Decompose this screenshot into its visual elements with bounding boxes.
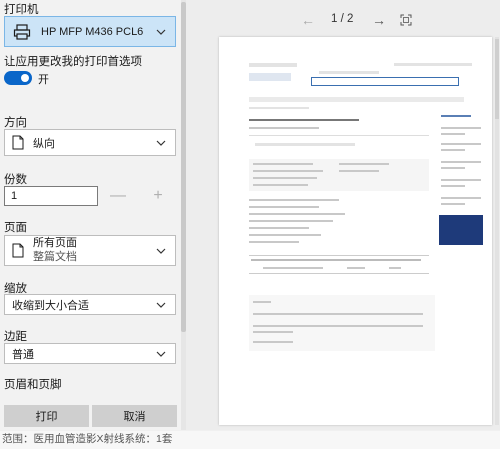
printer-icon bbox=[11, 21, 33, 43]
mini-side-line bbox=[441, 179, 481, 181]
app-change-toggle[interactable] bbox=[4, 71, 32, 85]
mini-side-line bbox=[441, 167, 465, 169]
preview-scrollbar[interactable] bbox=[495, 37, 499, 425]
mini-info-line bbox=[339, 170, 379, 172]
mini-side-line bbox=[441, 161, 481, 163]
document-icon bbox=[5, 243, 31, 258]
mini-top-links bbox=[394, 63, 472, 66]
margins-value: 普通 bbox=[12, 348, 34, 361]
mini-info-line bbox=[253, 170, 323, 172]
print-preview: ← 1 / 2 → bbox=[186, 0, 500, 430]
pages-value-secondary: 整篇文档 bbox=[33, 250, 77, 263]
copies-decrement-button[interactable]: — bbox=[108, 186, 128, 206]
margins-label: 边距 bbox=[4, 331, 27, 343]
mini-tab-row bbox=[255, 143, 355, 146]
mini-text-line bbox=[249, 234, 321, 236]
mini-text-line bbox=[249, 227, 309, 229]
mini-table-cell bbox=[347, 267, 365, 269]
pages-label: 页面 bbox=[4, 222, 27, 234]
mini-side-line bbox=[441, 197, 481, 199]
mini-breadcrumb bbox=[249, 107, 309, 109]
margins-select[interactable]: 普通 bbox=[4, 343, 176, 364]
pages-select[interactable]: 所有页面 整篇文档 bbox=[4, 235, 176, 266]
printer-name: HP MFP M436 PCL6 bbox=[41, 25, 144, 38]
mini-text-line bbox=[249, 241, 299, 243]
mini-text-line bbox=[249, 220, 333, 222]
mini-text-line bbox=[249, 206, 319, 208]
mini-meta-line bbox=[249, 127, 319, 129]
chevron-down-icon bbox=[153, 297, 169, 313]
scale-value: 收缩到大小合适 bbox=[12, 299, 89, 312]
mini-header-block bbox=[249, 63, 297, 67]
chevron-down-icon bbox=[153, 346, 169, 362]
mini-article-title bbox=[249, 119, 359, 121]
cancel-button[interactable]: 取消 bbox=[92, 405, 177, 427]
mini-notice-line bbox=[253, 341, 293, 343]
mini-side-line bbox=[441, 149, 465, 151]
mini-nav-bar bbox=[249, 97, 464, 102]
mini-notice-line bbox=[253, 313, 423, 315]
printer-label: 打印机 bbox=[4, 4, 39, 16]
mini-table-top bbox=[249, 255, 429, 256]
mini-side-banner bbox=[439, 215, 483, 245]
chevron-down-icon bbox=[153, 24, 169, 40]
chevron-down-icon bbox=[153, 243, 169, 259]
mini-side-title bbox=[441, 115, 471, 117]
orientation-value: 纵向 bbox=[33, 137, 55, 150]
printer-select[interactable]: HP MFP M436 PCL6 bbox=[4, 16, 176, 47]
mini-table-header bbox=[251, 259, 421, 261]
next-page-button[interactable]: → bbox=[372, 12, 386, 28]
mini-info-line bbox=[339, 163, 389, 165]
chevron-down-icon bbox=[153, 135, 169, 151]
mini-divider bbox=[249, 135, 429, 136]
pages-value-primary: 所有页面 bbox=[33, 237, 77, 250]
copies-input[interactable]: 1 bbox=[4, 186, 98, 206]
pages-value: 所有页面 整篇文档 bbox=[31, 237, 153, 263]
page-indicator: 1 / 2 bbox=[331, 13, 354, 25]
mini-notice-line bbox=[253, 301, 271, 303]
header-footer-label: 页眉和页脚 bbox=[4, 379, 62, 391]
scale-select[interactable]: 收缩到大小合适 bbox=[4, 294, 176, 315]
footer-status-text: 范围：医用血管造影X射线系统：1套 bbox=[0, 431, 500, 449]
mini-table-cell bbox=[389, 267, 401, 269]
previous-page-button[interactable]: ← bbox=[301, 12, 315, 28]
copies-label: 份数 bbox=[4, 174, 27, 186]
mini-side-line bbox=[441, 143, 481, 145]
mini-info-line bbox=[253, 184, 308, 186]
mini-notice-line bbox=[253, 331, 293, 333]
mini-side-line bbox=[441, 185, 465, 187]
portrait-page-icon bbox=[5, 135, 31, 150]
orientation-label: 方向 bbox=[4, 117, 27, 129]
app-change-label: 让应用更改我的打印首选项 bbox=[4, 56, 142, 68]
preview-navigation: ← 1 / 2 → bbox=[186, 12, 500, 30]
mini-text-line bbox=[249, 199, 339, 201]
mini-table-bottom bbox=[249, 273, 429, 274]
mini-side-line bbox=[441, 133, 465, 135]
mini-side-line bbox=[441, 203, 465, 205]
mini-logo bbox=[249, 73, 291, 81]
print-settings-panel: 打印机 HP MFP M436 PCL6 让应用更改我的打印首选项 开 方向 纵… bbox=[0, 0, 186, 430]
mini-info-line bbox=[253, 163, 313, 165]
toggle-state-label: 开 bbox=[38, 74, 49, 86]
preview-page bbox=[219, 37, 492, 425]
mini-table-cell bbox=[263, 267, 323, 269]
mini-search-tabs bbox=[319, 71, 379, 74]
fit-page-icon[interactable] bbox=[400, 14, 412, 26]
mini-text-line bbox=[249, 213, 345, 215]
mini-notice-line bbox=[253, 325, 423, 327]
mini-info-line bbox=[253, 177, 317, 179]
mini-search-box bbox=[311, 77, 459, 86]
orientation-select[interactable]: 纵向 bbox=[4, 129, 176, 156]
preview-scroll-thumb[interactable] bbox=[495, 39, 499, 119]
print-button[interactable]: 打印 bbox=[4, 405, 89, 427]
mini-side-line bbox=[441, 127, 481, 129]
copies-increment-button[interactable]: + bbox=[148, 186, 168, 206]
